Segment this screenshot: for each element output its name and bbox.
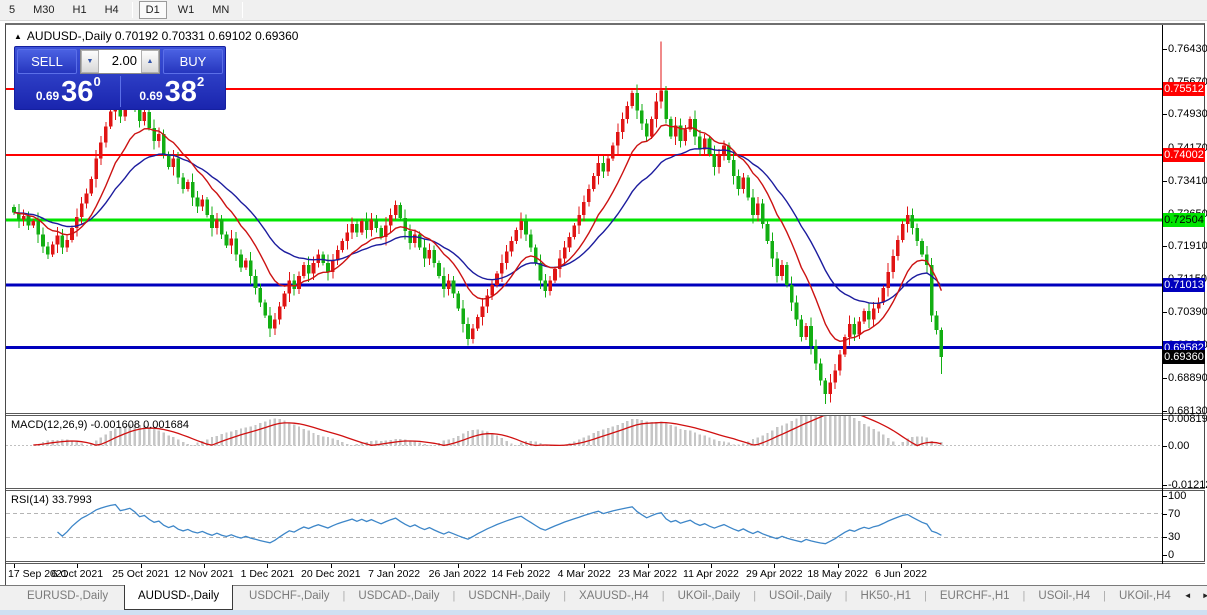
price-tick: [1163, 114, 1167, 116]
volume-decrease-icon[interactable]: ▼: [81, 50, 99, 73]
one-click-trade-panel: SELL ▼ 2.00 ▲ BUY 0.69 36 0 0.69 38 2: [14, 46, 226, 110]
buy-price-base: 0.69: [139, 89, 163, 103]
tab-eurusd-daily[interactable]: EURUSD-,Daily: [14, 586, 121, 610]
collapse-panel-icon[interactable]: ▲: [14, 32, 22, 41]
price-tick-label: 0.74930: [1168, 108, 1207, 121]
date-label: 25 Oct 2021: [112, 568, 170, 580]
tab-usoil-daily[interactable]: USOil-,Daily: [756, 586, 845, 610]
tab-scroll-right-icon[interactable]: ►: [1202, 591, 1207, 600]
price-axis-line: [1162, 25, 1163, 564]
sell-button[interactable]: SELL: [17, 49, 77, 74]
price-tick-label: 0.70390: [1168, 306, 1207, 319]
price-tick-label: 0.71910: [1168, 240, 1207, 253]
rsi-tick: [1163, 555, 1167, 556]
date-label: 20 Dec 2021: [301, 568, 361, 580]
timeframe-button-d1[interactable]: D1: [138, 1, 167, 19]
pane-separator[interactable]: [6, 488, 1205, 491]
macd-tick-label: 0.008197: [1168, 413, 1207, 425]
date-label: 1 Dec 2021: [240, 568, 295, 580]
timeframe-button-w1[interactable]: W1: [171, 1, 202, 19]
chart-window: 0.764300.756700.749300.741700.734100.726…: [5, 23, 1207, 586]
rsi-tick: [1163, 496, 1167, 497]
macd-tick: [1163, 445, 1167, 447]
status-strip: [0, 610, 1207, 615]
rsi-tick-label: 0: [1168, 549, 1175, 561]
price-tick: [1163, 410, 1167, 412]
date-label: 6 Jun 2022: [875, 568, 928, 580]
date-label: 6 Oct 2021: [51, 568, 104, 580]
price-tick: [1163, 312, 1167, 314]
chart-title-text: AUDUSD-,Daily 0.70192 0.70331 0.69102 0.…: [26, 29, 299, 43]
buy-price[interactable]: 0.69 38 2: [121, 74, 224, 108]
tab-usdchf-daily[interactable]: USDCHF-,Daily: [236, 586, 343, 610]
tab-eurchf-h1[interactable]: EURCHF-,H1: [927, 586, 1023, 610]
price-level-label: 0.69360: [1163, 350, 1205, 365]
price-tick-label: 0.68890: [1168, 371, 1207, 384]
macd-title: MACD(12,26,9) -0.001608 0.001684: [11, 419, 189, 431]
tab-xauusd-h4[interactable]: XAUUSD-,H4: [566, 586, 662, 610]
buy-price-main: 38: [164, 76, 197, 108]
date-label: 7 Jan 2022: [368, 568, 421, 580]
volume-increase-icon[interactable]: ▲: [141, 50, 159, 73]
toolbar-separator: [131, 2, 133, 18]
tab-ukoil-daily[interactable]: UKOil-,Daily: [665, 586, 754, 610]
price-level-label: 0.71013: [1163, 278, 1205, 293]
timeframe-toolbar: 5 M30 H1 H4 D1 W1 MN: [0, 0, 1207, 21]
toolbar-separator: [242, 2, 244, 18]
timeframe-button-5[interactable]: 5: [2, 1, 22, 19]
tab-usdcad-daily[interactable]: USDCAD-,Daily: [345, 586, 452, 610]
sell-price[interactable]: 0.69 36 0: [17, 74, 121, 108]
date-label: 26 Jan 2022: [428, 568, 487, 580]
symbol-tab-bar: EURUSD-,Daily|AUDUSD-,Daily|USDCHF-,Dail…: [0, 585, 1207, 610]
price-level-label: 0.75512: [1163, 81, 1205, 96]
tab-usdcnh-daily[interactable]: USDCNH-,Daily: [455, 586, 563, 610]
tab-ukoil-h4[interactable]: UKOil-,H4: [1106, 586, 1184, 610]
sell-price-pip: 0: [93, 74, 101, 89]
volume-stepper: ▼ 2.00 ▲: [80, 49, 160, 74]
price-tick-label: 0.76430: [1168, 42, 1207, 55]
date-label: 12 Nov 2021: [174, 568, 234, 580]
timeframe-button-mn[interactable]: MN: [205, 1, 236, 19]
date-label: 11 Apr 2022: [683, 568, 739, 580]
rsi-chart[interactable]: [6, 491, 1162, 561]
price-tick: [1163, 246, 1167, 248]
tab-scroll-left-icon[interactable]: ◄: [1184, 591, 1202, 600]
date-label: 23 Mar 2022: [618, 568, 678, 580]
price-tick: [1163, 377, 1167, 379]
tab-audusd-daily[interactable]: AUDUSD-,Daily: [124, 585, 234, 610]
tab-scroll-arrows: ◄►: [1184, 586, 1207, 610]
date-label: 18 May 2022: [807, 568, 869, 580]
tab-hk50-h1[interactable]: HK50-,H1: [848, 586, 925, 610]
timeframe-button-h4[interactable]: H4: [98, 1, 126, 19]
volume-field[interactable]: 2.00: [99, 50, 141, 73]
timeframe-button-m30[interactable]: M30: [26, 1, 61, 19]
price-level-label: 0.72504: [1163, 213, 1205, 228]
sell-price-base: 0.69: [35, 89, 60, 103]
rsi-tick-label: 70: [1168, 507, 1181, 520]
tab-usoil-h4[interactable]: USOil-,H4: [1025, 586, 1103, 610]
pane-separator[interactable]: [6, 413, 1205, 416]
timeframe-button-h1[interactable]: H1: [66, 1, 94, 19]
rsi-tick: [1163, 513, 1167, 515]
chart-title: ▲ AUDUSD-,Daily 0.70192 0.70331 0.69102 0…: [14, 29, 298, 43]
date-label: 29 Apr 2022: [745, 568, 803, 580]
macd-tick-label: 0.00: [1168, 439, 1190, 452]
price-tick-label: 0.73410: [1168, 174, 1207, 187]
date-axis: 17 Sep 2021 6 Oct 2021 25 Oct 2021 12 Nov 2…: [6, 564, 1205, 586]
price-tick: [1163, 48, 1167, 50]
macd-tick: [1163, 485, 1167, 486]
rsi-tick: [1163, 537, 1167, 539]
rsi-tick-label: 30: [1168, 531, 1181, 544]
buy-price-pip: 2: [196, 74, 205, 89]
buy-button[interactable]: BUY: [163, 49, 223, 74]
rsi-tick-label: 100: [1168, 490, 1187, 502]
rsi-title: RSI(14) 33.7993: [11, 494, 92, 506]
price-tick: [1163, 180, 1167, 182]
sell-price-main: 36: [61, 76, 94, 108]
macd-tick: [1163, 419, 1167, 420]
price-level-label: 0.74002: [1163, 147, 1205, 162]
date-label: 14 Feb 2022: [491, 568, 551, 580]
date-label: 4 Mar 2022: [557, 568, 611, 580]
